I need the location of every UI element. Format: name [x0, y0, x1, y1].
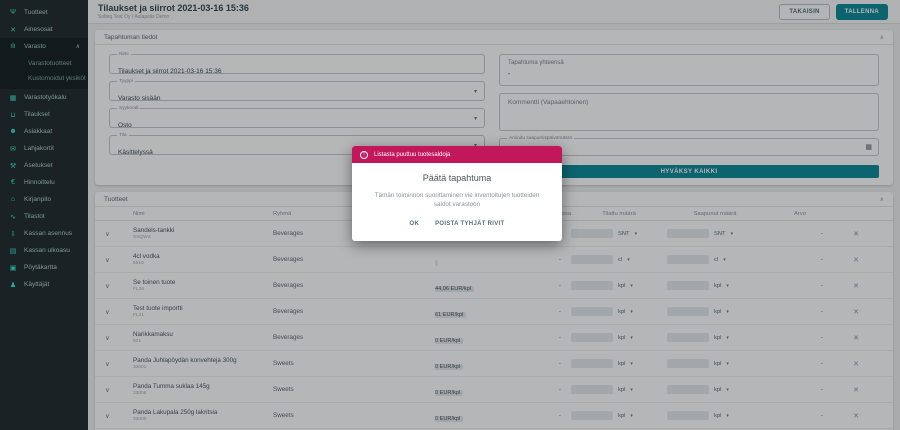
sidebar-item-varasto[interactable]: ılı Varasto ∧	[0, 38, 88, 55]
ingredients-icon: ✕	[8, 26, 18, 34]
sidebar-item-hinnoittelu[interactable]: € Hinnoittelu	[0, 174, 88, 191]
sidebar-item-ainesosat[interactable]: ✕ Ainesosat	[0, 21, 88, 38]
stats-icon: ∿	[8, 213, 18, 221]
warning-banner: ! Listasta puuttuu tuotesaldoja	[352, 146, 562, 163]
users-icon: ♟	[8, 281, 18, 289]
sidebar-item-poytakartta[interactable]: ▣ Pöytäkartta	[0, 259, 88, 276]
euro-icon: €	[8, 179, 18, 186]
bar-chart-icon: ılı	[8, 43, 18, 50]
ok-button[interactable]: OK	[410, 221, 420, 227]
table-map-icon: ▣	[8, 264, 18, 272]
sidebar-submenu: Varastotuotteet Kustomoidut yksiköt	[0, 55, 88, 89]
sidebar-subitem-varastotuotteet[interactable]: Varastotuotteet	[0, 56, 88, 71]
caret-up-icon: ∧	[76, 43, 80, 50]
sidebar-item-asetukset[interactable]: ⚒ Asetukset	[0, 157, 88, 174]
layout-icon: ▤	[8, 247, 18, 255]
giftcard-icon: ✉	[8, 145, 18, 153]
sidebar-item-kirjanpito[interactable]: ⌂ Kirjanpito	[0, 191, 88, 208]
customers-icon: ☻	[8, 128, 18, 135]
sidebar-subitem-kustomoidut-yksikot[interactable]: Kustomoidut yksiköt	[0, 71, 88, 86]
tools-icon: ⚒	[8, 162, 18, 170]
sidebar-item-kassan-asennus[interactable]: ⇩ Kassan asennus	[0, 225, 88, 242]
modal-message: Tämän toiminnon suorittaminen vie invent…	[364, 192, 550, 209]
banner-message: Listasta puuttuu tuotesaldoja	[374, 152, 450, 158]
restaurant-icon: Ψ	[8, 9, 18, 16]
sidebar: Ψ Tuotteet ✕ Ainesosat ılı Varasto ∧ Var…	[0, 0, 88, 430]
sidebar-item-tilastot[interactable]: ∿ Tilastot	[0, 208, 88, 225]
sidebar-item-asiakkaat[interactable]: ☻ Asiakkaat	[0, 123, 88, 140]
remove-empty-rows-button[interactable]: POISTA TYHJÄT RIVIT	[435, 221, 504, 227]
cart-icon: ⊔	[8, 111, 18, 119]
sidebar-item-tilaukset[interactable]: ⊔ Tilaukset	[0, 106, 88, 123]
complete-event-modal: ! Listasta puuttuu tuotesaldoja Päätä ta…	[352, 146, 562, 241]
sidebar-item-lahjakortit[interactable]: ✉ Lahjakortit	[0, 140, 88, 157]
bank-icon: ⌂	[8, 196, 18, 203]
modal-title: Päätä tapahtuma	[364, 173, 550, 183]
sidebar-item-tuotteet[interactable]: Ψ Tuotteet	[0, 4, 88, 21]
sidebar-item-kassan-ulkoasu[interactable]: ▤ Kassan ulkoasu	[0, 242, 88, 259]
calculator-icon: ▦	[8, 94, 18, 102]
sidebar-item-varastotyokalu[interactable]: ▦ Varastotyökalu	[0, 89, 88, 106]
sidebar-item-kayttajat[interactable]: ♟ Käyttäjät	[0, 276, 88, 293]
alert-icon: !	[360, 151, 368, 159]
download-icon: ⇩	[8, 230, 18, 238]
